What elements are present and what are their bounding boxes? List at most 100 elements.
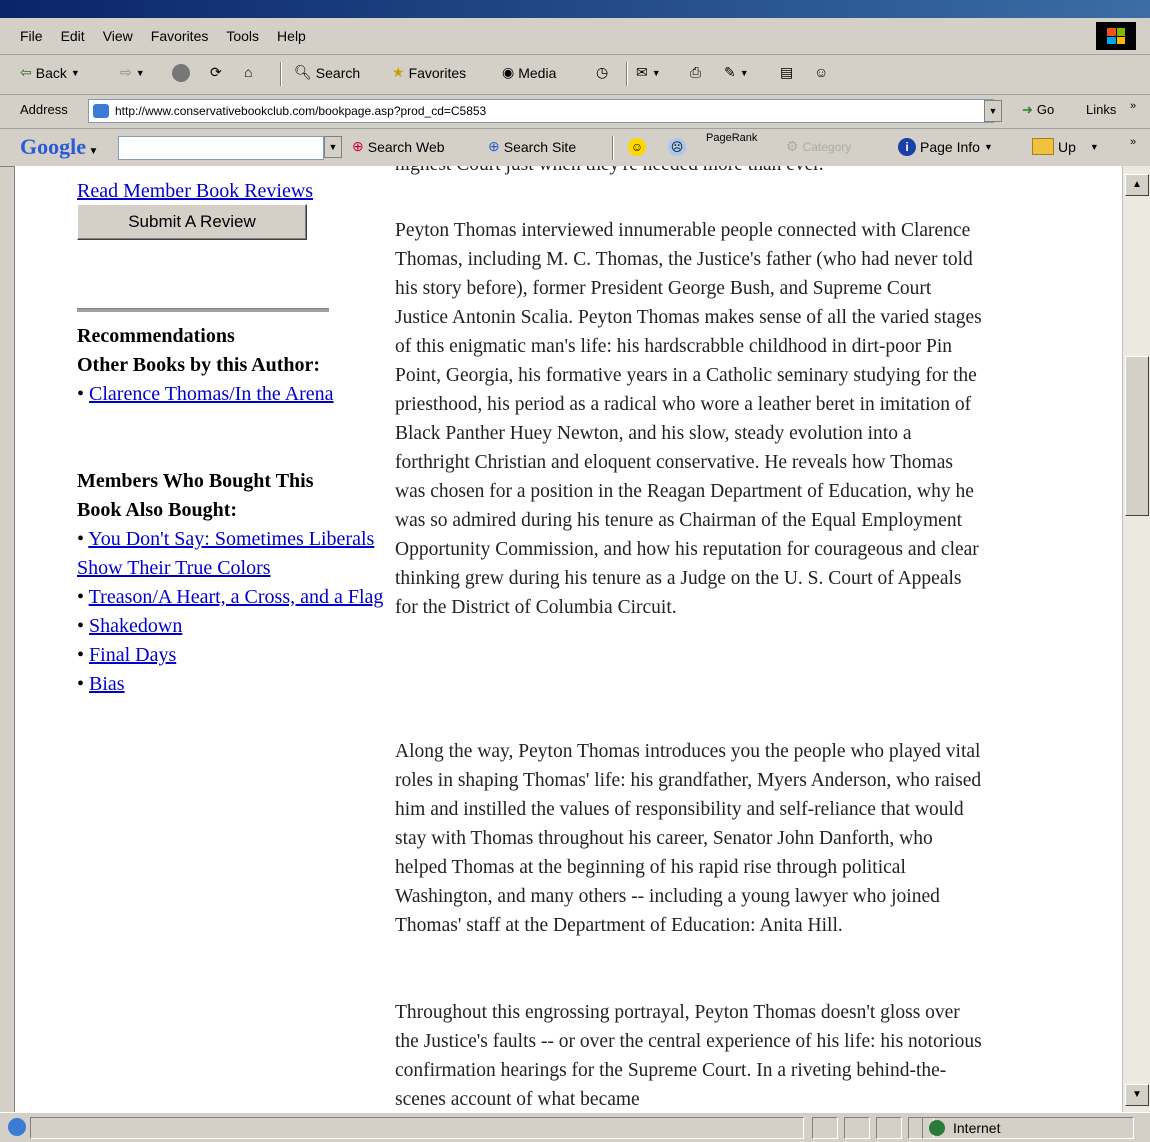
description-top-line: highest Court just when they're needed m… xyxy=(395,166,995,179)
recommendations-section: Recommendations Other Books by this Auth… xyxy=(77,322,395,409)
refresh-icon: ⟳ xyxy=(210,64,222,80)
vote-sad-button[interactable]: ☹ xyxy=(668,138,686,156)
category-button[interactable]: ⚙ Category xyxy=(786,138,851,155)
globe-icon xyxy=(929,1120,945,1136)
list-item: • Treason/A Heart, a Cross, and a Flag xyxy=(77,586,384,608)
chevron-down-icon: ▼ xyxy=(739,67,749,78)
go-label: Go xyxy=(1036,102,1055,117)
google-search-input[interactable] xyxy=(118,136,324,160)
menu-help[interactable]: Help xyxy=(277,28,306,44)
menu-tools[interactable]: Tools xyxy=(226,28,259,44)
go-button[interactable]: ➜ Go xyxy=(1022,102,1054,118)
refresh-button[interactable]: ⟳ xyxy=(210,64,222,81)
forward-button[interactable]: ⇨ ▼ xyxy=(120,64,145,81)
address-input[interactable]: http://www.conservativebookclub.com/book… xyxy=(88,99,994,123)
chevron-down-icon: ▼ xyxy=(983,142,993,152)
search-site-button[interactable]: ⊕ Search Site xyxy=(488,138,576,155)
book-link[interactable]: You Don't Say: Sometimes Liberals Show T… xyxy=(77,528,374,579)
history-icon: ◷ xyxy=(596,64,609,80)
menu-edit[interactable]: Edit xyxy=(61,28,85,44)
chevron-down-icon: ▼ xyxy=(1089,141,1099,152)
discuss-button[interactable]: ▤ xyxy=(780,64,793,81)
also-bought-heading-1: Members Who Bought This xyxy=(77,470,314,492)
address-url: http://www.conservativebookclub.com/book… xyxy=(115,104,487,118)
forward-arrow-icon: ⇨ xyxy=(120,64,132,80)
book-link[interactable]: Shakedown xyxy=(89,615,182,637)
book-link[interactable]: Bias xyxy=(89,673,125,695)
print-icon: ⎙ xyxy=(690,64,702,80)
address-dropdown-button[interactable]: ▼ xyxy=(984,100,1002,122)
page-info-label: Page Info xyxy=(920,139,980,155)
folder-up-icon xyxy=(1032,138,1054,155)
search-site-label: Search Site xyxy=(503,138,577,155)
favorites-button[interactable]: ★ Favorites xyxy=(392,64,466,81)
search-button[interactable]: 🔍︎ Search xyxy=(294,64,360,81)
status-bar: Internet xyxy=(0,1112,1150,1142)
vote-happy-button[interactable]: ☺ xyxy=(628,138,646,156)
edit-button[interactable]: ✎ ▼ xyxy=(724,64,749,81)
media-button[interactable]: ◉ Media xyxy=(502,64,556,81)
scroll-down-button[interactable]: ▼ xyxy=(1125,1084,1149,1106)
standard-toolbar: ⇦ Back ▼ ⇨ ▼ ⟳ ⌂ 🔍︎ Search ★ Favorites ◉… xyxy=(0,54,1150,95)
toolbar-separator xyxy=(626,62,628,86)
description-paragraph: Along the way, Peyton Thomas introduces … xyxy=(395,741,982,936)
list-item: • Clarence Thomas/In the Arena xyxy=(77,383,334,405)
stop-icon xyxy=(172,64,190,82)
book-link[interactable]: Treason/A Heart, a Cross, and a Flag xyxy=(89,586,384,608)
back-label: Back xyxy=(35,64,67,81)
chevron-right-icon: » xyxy=(1130,136,1137,148)
scroll-thumb[interactable] xyxy=(1125,356,1149,516)
chevron-up-icon: ▲ xyxy=(1132,179,1142,190)
book-link[interactable]: Clarence Thomas/In the Arena xyxy=(89,383,334,405)
mail-button[interactable]: ✉ ▼ xyxy=(636,64,661,81)
chevron-down-icon: ▼ xyxy=(988,106,998,116)
recommendations-heading: Recommendations xyxy=(77,325,235,347)
list-item: • You Don't Say: Sometimes Liberals Show… xyxy=(77,528,375,579)
chevron-down-icon: ▼ xyxy=(1132,1089,1142,1100)
zone-label: Internet xyxy=(953,1120,1001,1136)
read-reviews-link[interactable]: Read Member Book Reviews xyxy=(77,180,313,202)
home-button[interactable]: ⌂ xyxy=(244,64,252,80)
history-button[interactable]: ◷ xyxy=(596,64,608,81)
stop-button[interactable] xyxy=(172,64,190,82)
menu-file[interactable]: File xyxy=(20,28,43,44)
also-bought-section: Members Who Bought This Book Also Bought… xyxy=(77,467,395,699)
address-bar: Address http://www.conservativebookclub.… xyxy=(0,94,1150,129)
search-web-button[interactable]: ⊕ Search Web xyxy=(352,138,445,155)
star-icon: ★ xyxy=(392,64,405,80)
pagerank-indicator: PageRank xyxy=(706,132,757,144)
menu-favorites[interactable]: Favorites xyxy=(151,28,209,44)
up-button[interactable]: Up ▼ xyxy=(1032,138,1099,155)
description-paragraph: Throughout this engrossing portrayal, Pe… xyxy=(395,1002,982,1110)
chevron-down-icon: ▼ xyxy=(86,146,99,157)
smiley-happy-icon: ☺ xyxy=(628,138,646,156)
smiley-sad-icon: ☹ xyxy=(668,138,686,156)
back-button[interactable]: ⇦ Back ▼ xyxy=(20,64,80,81)
page-info-button[interactable]: i Page Info ▼ xyxy=(898,138,993,156)
search-icon: 🔍︎ xyxy=(294,64,312,80)
google-toolbar: Google ▼ ▼ ⊕ Search Web ⊕ Search Site ☺ … xyxy=(0,128,1150,167)
status-cell xyxy=(876,1117,902,1139)
chevron-right-icon: » xyxy=(1130,100,1137,112)
search-web-label: Search Web xyxy=(367,138,445,155)
chevron-down-icon: ▼ xyxy=(651,67,661,78)
menu-view[interactable]: View xyxy=(103,28,133,44)
other-books-heading: Other Books by this Author: xyxy=(77,354,321,376)
list-item: • Shakedown xyxy=(77,615,183,637)
print-button[interactable]: ⎙ xyxy=(690,64,701,81)
google-search-dropdown[interactable]: ▼ xyxy=(324,136,342,158)
category-label: Category xyxy=(802,139,852,154)
vertical-scrollbar[interactable]: ▲ ▼ xyxy=(1122,166,1150,1112)
list-item: • Final Days xyxy=(77,644,177,666)
book-link[interactable]: Final Days xyxy=(89,644,176,666)
chevron-down-icon: ▼ xyxy=(70,67,80,78)
messenger-button[interactable]: ☺ xyxy=(814,64,828,80)
links-button[interactable]: Links xyxy=(1086,102,1116,117)
toolbar-separator xyxy=(612,136,614,160)
title-bar xyxy=(0,0,1150,18)
scroll-up-button[interactable]: ▲ xyxy=(1125,174,1149,196)
google-logo[interactable]: Google ▼ xyxy=(20,134,98,160)
status-cell xyxy=(844,1117,870,1139)
page-status-icon xyxy=(8,1118,26,1136)
submit-review-button[interactable]: Submit A Review xyxy=(77,204,307,240)
